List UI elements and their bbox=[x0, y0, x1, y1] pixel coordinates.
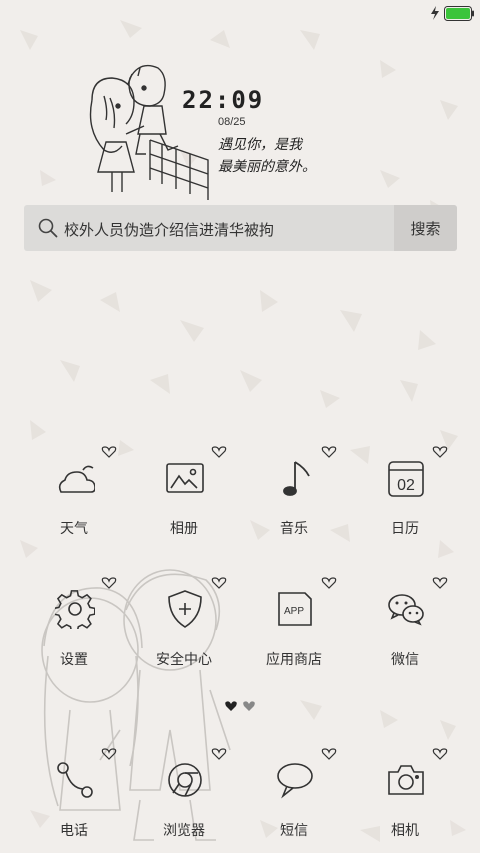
message-icon bbox=[277, 763, 313, 799]
favorite-heart-icon[interactable] bbox=[211, 748, 227, 760]
favorite-heart-icon[interactable] bbox=[101, 446, 117, 458]
gallery-icon bbox=[166, 463, 204, 493]
search-button[interactable]: 搜索 bbox=[394, 205, 457, 251]
app-store-badge: APP bbox=[284, 606, 304, 617]
app-camera[interactable]: 相机 bbox=[350, 748, 460, 853]
favorite-heart-icon[interactable] bbox=[321, 446, 337, 458]
app-messages[interactable]: 短信 bbox=[239, 748, 349, 853]
clock-time: 22:09 bbox=[182, 86, 265, 114]
favorite-heart-icon[interactable] bbox=[101, 577, 117, 589]
search-icon bbox=[38, 218, 58, 238]
status-bar bbox=[0, 0, 480, 26]
search-bar[interactable]: 校外人员伪造介绍信进清华被拘 搜索 bbox=[24, 205, 457, 251]
app-phone[interactable]: 电话 bbox=[19, 748, 129, 853]
app-label: 短信 bbox=[280, 823, 308, 839]
app-label: 应用商店 bbox=[266, 652, 322, 668]
calendar-day: 02 bbox=[397, 477, 415, 494]
wechat-icon bbox=[388, 594, 424, 626]
app-weather[interactable]: 天气 bbox=[19, 446, 129, 558]
app-wechat[interactable]: 微信 bbox=[350, 577, 460, 689]
app-settings[interactable]: 设置 bbox=[19, 577, 129, 689]
music-icon bbox=[283, 461, 310, 496]
app-app-store[interactable]: APP 应用商店 bbox=[239, 577, 349, 689]
favorite-heart-icon[interactable] bbox=[432, 577, 448, 589]
app-music[interactable]: 音乐 bbox=[239, 446, 349, 558]
app-label: 电话 bbox=[60, 823, 88, 839]
app-calendar[interactable]: 02 日历 bbox=[350, 446, 460, 558]
app-label: 浏览器 bbox=[163, 823, 205, 839]
app-label: 设置 bbox=[60, 652, 88, 668]
app-label: 音乐 bbox=[280, 521, 308, 537]
app-gallery[interactable]: 相册 bbox=[129, 446, 239, 558]
app-browser[interactable]: 浏览器 bbox=[129, 748, 239, 853]
charging-bolt-icon bbox=[431, 6, 439, 20]
browser-icon bbox=[168, 763, 202, 797]
app-label: 天气 bbox=[60, 521, 88, 537]
search-input[interactable]: 校外人员伪造介绍信进清华被拘 bbox=[64, 219, 274, 240]
favorite-heart-icon[interactable] bbox=[101, 748, 117, 760]
app-store-icon: APP bbox=[278, 592, 312, 626]
settings-icon bbox=[55, 590, 95, 629]
favorite-heart-icon[interactable] bbox=[211, 577, 227, 589]
app-label: 微信 bbox=[391, 652, 419, 668]
clock-widget[interactable]: 22:09 08/25 遇见你，是我 最美丽的意外。 bbox=[70, 58, 330, 208]
phone-icon bbox=[57, 762, 93, 798]
favorite-heart-icon[interactable] bbox=[432, 446, 448, 458]
quote-line-2: 最美丽的意外。 bbox=[218, 159, 316, 175]
favorite-heart-icon[interactable] bbox=[321, 748, 337, 760]
app-security-center[interactable]: 安全中心 bbox=[129, 577, 239, 689]
app-label: 相机 bbox=[391, 823, 419, 839]
page-dot-active[interactable] bbox=[225, 701, 237, 711]
weather-icon bbox=[58, 465, 95, 493]
app-label: 日历 bbox=[391, 521, 419, 537]
security-icon bbox=[168, 590, 202, 628]
app-label: 相册 bbox=[170, 521, 198, 537]
clock-date: 08/25 bbox=[218, 116, 246, 128]
couple-illustration bbox=[89, 64, 209, 200]
page-indicator[interactable] bbox=[224, 700, 256, 712]
camera-icon bbox=[388, 765, 424, 795]
calendar-icon: 02 bbox=[388, 461, 424, 497]
page-dot[interactable] bbox=[243, 701, 255, 711]
app-label: 安全中心 bbox=[156, 652, 212, 668]
favorite-heart-icon[interactable] bbox=[321, 577, 337, 589]
favorite-heart-icon[interactable] bbox=[211, 446, 227, 458]
quote-line-1: 遇见你，是我 bbox=[218, 137, 302, 153]
battery-icon bbox=[444, 6, 474, 21]
favorite-heart-icon[interactable] bbox=[432, 748, 448, 760]
